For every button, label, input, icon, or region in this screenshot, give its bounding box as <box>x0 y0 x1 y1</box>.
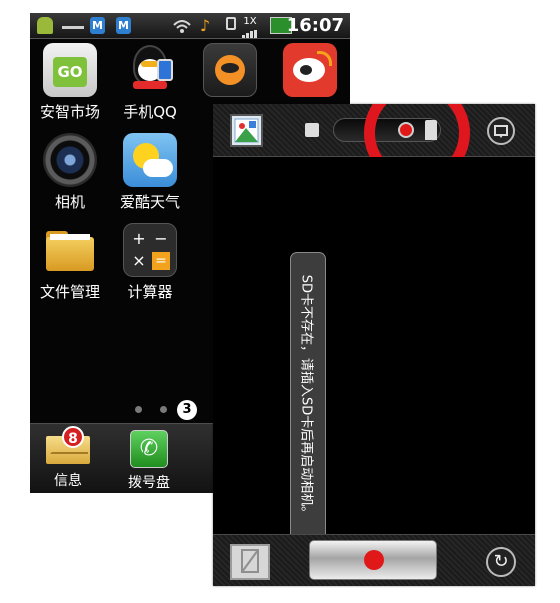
unread-badge: 8 <box>62 426 84 448</box>
orange-face-icon <box>203 43 257 97</box>
app-file-manager[interactable]: 文件管理 <box>30 223 115 302</box>
m-app-icon: M <box>90 17 105 34</box>
page-dot <box>160 406 167 413</box>
app-camera[interactable]: 相机 <box>30 133 115 212</box>
app-weibo[interactable] <box>265 43 350 101</box>
dock-label: 信息 <box>54 473 82 489</box>
sd-card-toast: SD卡不存在，请插入SD卡后再启动相机。 <box>290 252 326 542</box>
calculator-icon: + − × = <box>123 223 177 277</box>
rotate-icon: ↻ <box>493 551 509 572</box>
music-icon: ♪ <box>199 16 211 35</box>
weather-sun-icon <box>123 133 177 187</box>
record-button[interactable] <box>309 540 437 580</box>
viewfinder[interactable]: SD卡不存在，请插入SD卡后再启动相机。 <box>213 157 535 542</box>
app-label: 爱酷天气 <box>119 193 180 211</box>
current-page: 3 <box>177 400 197 420</box>
signal-icon <box>242 26 258 38</box>
camera-top-bar <box>213 104 535 186</box>
envelope-icon: 8 <box>46 426 90 466</box>
switch-camera-button[interactable]: ↻ <box>486 547 516 577</box>
qq-penguin-icon <box>123 43 177 97</box>
last-capture-thumbnail[interactable] <box>230 544 270 580</box>
menu-button[interactable] <box>487 117 515 145</box>
folder-icon <box>43 223 97 277</box>
battery-icon <box>226 17 236 30</box>
market-bag-icon: GO <box>43 43 97 97</box>
app-label: 手机QQ <box>123 103 177 121</box>
app-market[interactable]: GO 安智市场 <box>30 43 115 122</box>
camera-screen: SD卡不存在，请插入SD卡后再启动相机。 ↻ <box>213 104 535 586</box>
wifi-icon <box>172 17 192 34</box>
menu-icon <box>494 125 508 138</box>
android-icon <box>37 17 53 34</box>
camera-mode-icon[interactable] <box>305 123 319 137</box>
dock-dialer[interactable]: ✆ 拨号盘 <box>109 430 189 492</box>
page-dot <box>135 406 142 413</box>
app-qq[interactable]: 手机QQ <box>105 43 195 122</box>
toast-message: SD卡不存在，请插入SD卡后再启动相机。 <box>298 274 314 520</box>
phone-icon: ✆ <box>130 430 168 468</box>
camera-bottom-bar: ↻ <box>213 534 535 586</box>
clock: 16:07 <box>286 15 344 36</box>
app-label: 计算器 <box>127 283 173 301</box>
usb-icon <box>62 17 84 29</box>
weibo-icon <box>283 43 337 97</box>
status-bar: M M ♪ 1X 16:07 <box>30 13 350 39</box>
app-face[interactable] <box>185 43 275 101</box>
record-icon <box>364 550 384 570</box>
camera-lens-icon <box>43 133 97 187</box>
m-app-icon: M <box>116 17 131 34</box>
gallery-thumbnail[interactable] <box>230 114 263 147</box>
app-calculator[interactable]: + − × = 计算器 <box>105 223 195 302</box>
app-label: 文件管理 <box>39 283 100 301</box>
app-label: 安智市场 <box>39 103 100 121</box>
app-label: 相机 <box>54 193 85 211</box>
dock-label: 拨号盘 <box>128 475 170 491</box>
app-weather[interactable]: 爱酷天气 <box>105 133 195 212</box>
dock-messages[interactable]: 8 信息 <box>30 426 108 490</box>
